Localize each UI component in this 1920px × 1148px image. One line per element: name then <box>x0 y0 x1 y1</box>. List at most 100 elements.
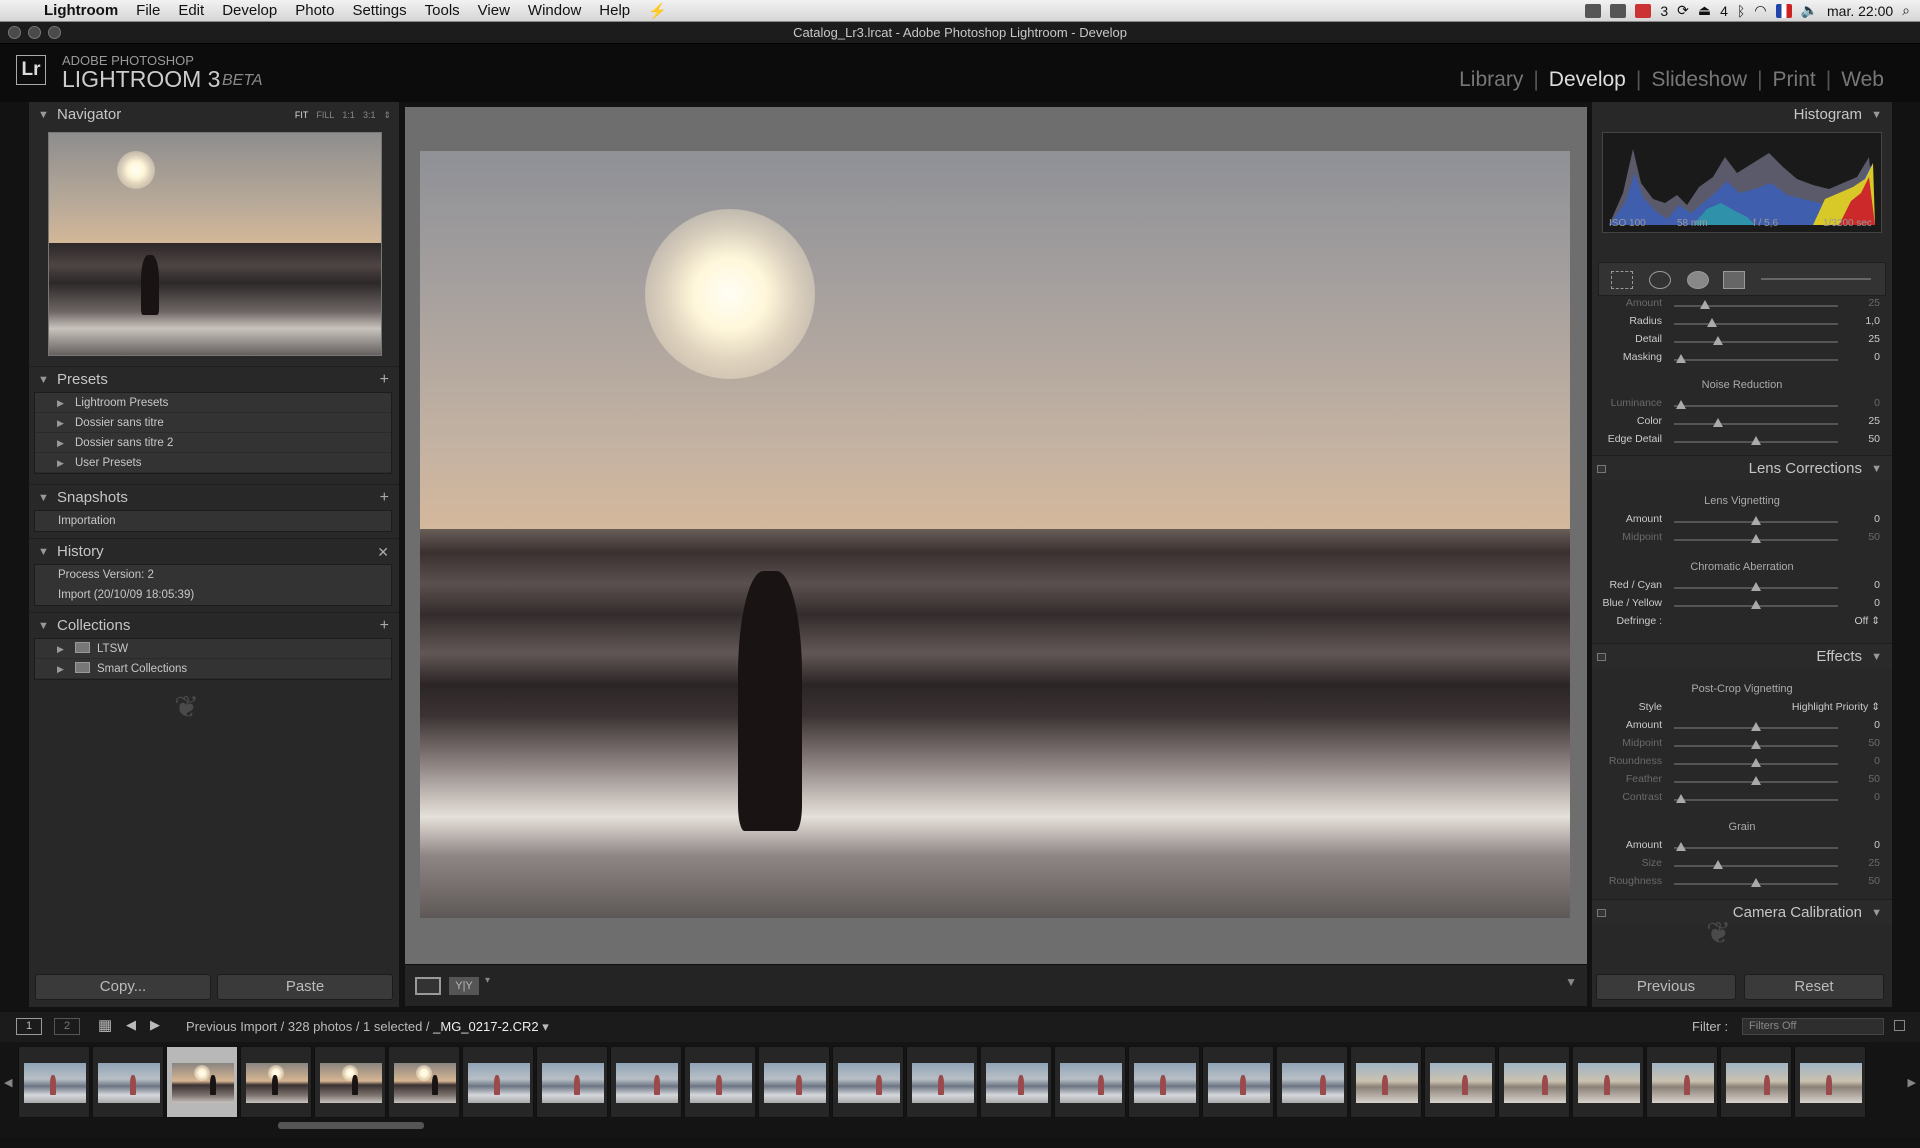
slider-thumb[interactable] <box>1751 740 1761 749</box>
slider-value[interactable]: 25 <box>1840 415 1880 427</box>
noise-slider-color[interactable]: Color 25 <box>1592 415 1892 433</box>
slider-thumb[interactable] <box>1751 722 1761 731</box>
back-arrow-icon[interactable]: ◀ <box>126 1017 136 1033</box>
module-library[interactable]: Library <box>1449 68 1533 92</box>
camera-calibration-header[interactable]: Camera Calibration ▼ <box>1592 899 1892 925</box>
slider-value[interactable]: 0 <box>1840 579 1880 591</box>
expand-triangle-icon[interactable]: ▶ <box>57 639 64 659</box>
slider-thumb[interactable] <box>1751 776 1761 785</box>
detail-slider-amount[interactable]: Amount 25 <box>1592 297 1892 315</box>
lens-vignetting-slider-midpoint[interactable]: Midpoint 50 <box>1592 531 1892 549</box>
history-item[interactable]: Import (20/10/09 18:05:39) <box>35 585 391 605</box>
ca-slider-blue-yellow[interactable]: Blue / Yellow 0 <box>1592 597 1892 615</box>
slider-track[interactable] <box>1674 323 1838 325</box>
slider-thumb[interactable] <box>1751 534 1761 543</box>
filter-lock-icon[interactable] <box>1894 1020 1905 1031</box>
filmstrip-thumbnail[interactable] <box>1646 1046 1718 1118</box>
filmstrip-thumbnail[interactable] <box>1128 1046 1200 1118</box>
navigator-zoom-fit[interactable]: FIT <box>295 102 309 128</box>
expand-triangle-icon[interactable]: ▶ <box>57 659 64 679</box>
slider-track[interactable] <box>1674 423 1838 425</box>
slider-value[interactable]: 50 <box>1840 773 1880 785</box>
add-collection-icon[interactable]: + <box>380 613 389 639</box>
slider-track[interactable] <box>1674 847 1838 849</box>
expand-triangle-icon[interactable]: ▶ <box>57 413 64 433</box>
collection-set[interactable]: ▶ LTSW <box>35 639 391 659</box>
grain-slider-amount[interactable]: Amount 0 <box>1592 839 1892 857</box>
main-photo[interactable] <box>420 151 1570 918</box>
filmstrip-thumbnail[interactable] <box>758 1046 830 1118</box>
lens-corrections-header[interactable]: Lens Corrections ▼ <box>1592 455 1892 481</box>
panel-switch-icon[interactable] <box>1597 653 1606 661</box>
slider-thumb[interactable] <box>1675 354 1686 363</box>
style-value[interactable]: Highlight Priority ⇕ <box>1720 701 1880 713</box>
flag-icon[interactable] <box>1775 3 1792 18</box>
detail-slider-masking[interactable]: Masking 0 <box>1592 351 1892 369</box>
menu-help[interactable]: Help <box>590 2 639 20</box>
collapse-triangle-icon[interactable]: ▼ <box>38 613 49 639</box>
loupe-view-icon[interactable] <box>415 977 441 995</box>
history-item[interactable]: Process Version: 2 <box>35 565 391 585</box>
slider-value[interactable]: 1,0 <box>1840 315 1880 327</box>
collections-header[interactable]: ▼ Collections + <box>29 612 399 638</box>
filmstrip-thumbnail[interactable] <box>166 1046 238 1118</box>
slider-thumb[interactable] <box>1751 758 1761 767</box>
slider-value[interactable]: 50 <box>1840 875 1880 887</box>
collapse-triangle-icon[interactable]: ▼ <box>38 485 49 511</box>
slider-track[interactable] <box>1674 799 1838 801</box>
filmstrip-thumbnail[interactable] <box>1498 1046 1570 1118</box>
filmstrip-thumbnail[interactable] <box>1424 1046 1496 1118</box>
grain-slider-roughness[interactable]: Roughness 50 <box>1592 875 1892 893</box>
menu-photo[interactable]: Photo <box>286 2 343 20</box>
grain-slider-size[interactable]: Size 25 <box>1592 857 1892 875</box>
detail-slider-radius[interactable]: Radius 1,0 <box>1592 315 1892 333</box>
menu-view[interactable]: View <box>469 2 519 20</box>
slider-thumb[interactable] <box>1751 436 1761 445</box>
toolbar-menu-icon[interactable]: ▼ <box>1565 975 1577 989</box>
slider-thumb[interactable] <box>1675 794 1686 803</box>
menu-edit[interactable]: Edit <box>169 2 213 20</box>
style-select[interactable]: Style Highlight Priority ⇕ <box>1592 701 1892 719</box>
zoom-stepper-icon[interactable]: ⇕ <box>383 102 391 128</box>
slider-thumb[interactable] <box>1751 516 1761 525</box>
filmstrip-thumbnail[interactable] <box>1276 1046 1348 1118</box>
clock[interactable]: mar. 22:00 <box>1827 3 1893 19</box>
app-status-icon[interactable] <box>1585 3 1602 18</box>
menu-app-name[interactable]: Lightroom <box>38 2 127 19</box>
preset-folder[interactable]: ▶ User Presets <box>35 453 391 473</box>
previous-button[interactable]: Previous <box>1596 974 1736 1000</box>
filmstrip-thumbnail[interactable] <box>536 1046 608 1118</box>
filmstrip-thumbnail[interactable] <box>388 1046 460 1118</box>
defringe-select[interactable]: Defringe : Off ⇕ <box>1592 615 1892 633</box>
preset-folder[interactable]: ▶ Dossier sans titre 2 <box>35 433 391 453</box>
navigator-header[interactable]: ▼ Navigator FIT FILL 1:1 3:1 ⇕ <box>29 102 399 128</box>
add-snapshot-icon[interactable]: + <box>380 485 389 511</box>
navigator-preview[interactable] <box>48 132 382 356</box>
expand-triangle-icon[interactable]: ▶ <box>57 453 64 473</box>
filmstrip-thumbnail[interactable] <box>832 1046 904 1118</box>
filmstrip-thumbnail[interactable] <box>1794 1046 1866 1118</box>
menu-settings[interactable]: Settings <box>343 2 415 20</box>
slider-value[interactable]: 0 <box>1840 839 1880 851</box>
module-web[interactable]: Web <box>1831 68 1894 92</box>
slider-thumb[interactable] <box>1713 418 1724 427</box>
slider-value[interactable]: 0 <box>1840 351 1880 363</box>
preset-folder[interactable]: ▶ Dossier sans titre <box>35 413 391 433</box>
filter-select[interactable]: Filters Off <box>1742 1018 1884 1035</box>
expand-triangle-icon[interactable]: ▶ <box>57 433 64 453</box>
slider-value[interactable]: 0 <box>1840 719 1880 731</box>
collapse-triangle-icon[interactable]: ▼ <box>1871 644 1882 670</box>
navigator-zoom-fill[interactable]: FILL <box>316 102 334 128</box>
paste-button[interactable]: Paste <box>217 974 393 1000</box>
presets-header[interactable]: ▼ Presets + <box>29 366 399 392</box>
menu-window[interactable]: Window <box>519 2 590 20</box>
module-develop[interactable]: Develop <box>1539 68 1636 92</box>
filmstrip-thumbnail[interactable] <box>684 1046 756 1118</box>
reset-button[interactable]: Reset <box>1744 974 1884 1000</box>
navigator-zoom-1-1[interactable]: 1:1 <box>342 102 355 128</box>
slider-value[interactable]: 0 <box>1840 513 1880 525</box>
vignette-slider-roundness[interactable]: Roundness 0 <box>1592 755 1892 773</box>
second-window-button[interactable]: 2 <box>54 1018 80 1035</box>
detail-slider-detail[interactable]: Detail 25 <box>1592 333 1892 351</box>
add-preset-icon[interactable]: + <box>380 367 389 393</box>
